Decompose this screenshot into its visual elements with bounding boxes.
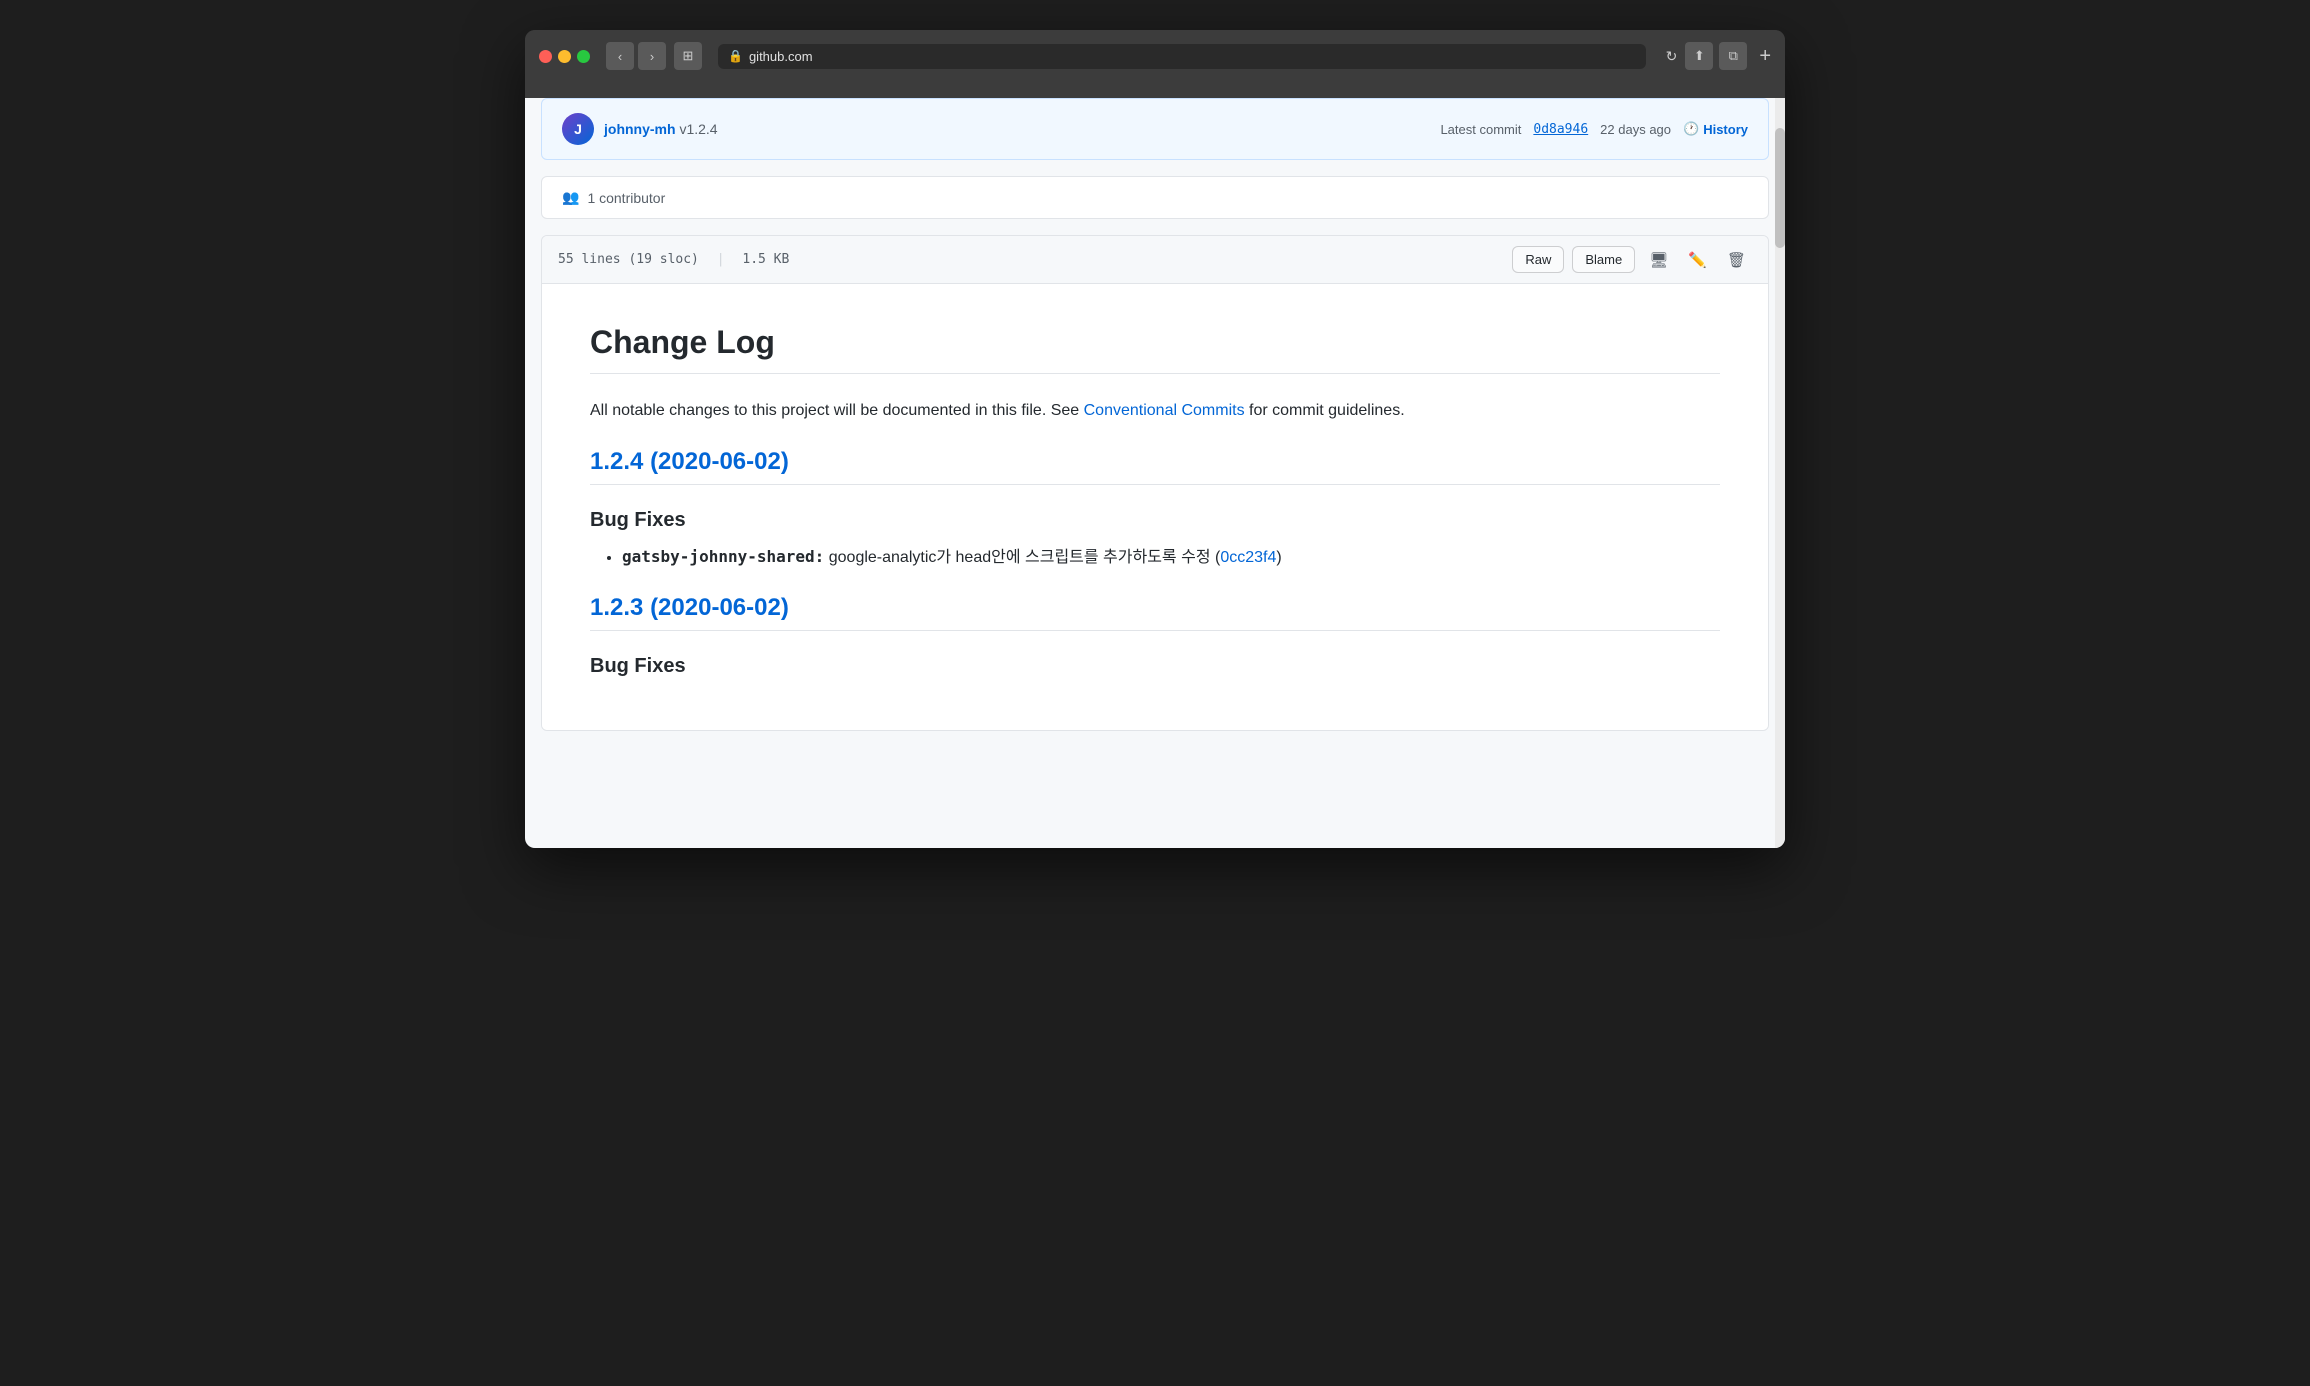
avatar: J — [562, 113, 594, 145]
history-link[interactable]: 🕐 History — [1683, 121, 1748, 137]
version-date-text-2: (2020-06-02) — [650, 594, 789, 621]
close-button[interactable] — [539, 50, 552, 63]
file-viewer: 55 lines (19 sloc) | 1.5 KB Raw Blame 🖥 … — [541, 235, 1769, 731]
new-tab-button[interactable]: + — [1759, 45, 1771, 68]
close-paren-1: ) — [1276, 549, 1281, 566]
tab-view-button[interactable]: ⊞ — [674, 42, 702, 70]
version-heading-2: 1.2.3 (2020-06-02) — [590, 594, 1720, 631]
commit-prefix: Latest commit — [1440, 122, 1521, 137]
version-date-text-1: (2020-06-02) — [650, 448, 789, 475]
contributor-icon: 👥 — [562, 189, 579, 206]
version-tag: v1.2.4 — [679, 121, 717, 137]
window-button[interactable]: ⧉ — [1719, 42, 1747, 70]
address-bar[interactable]: 🔒 github.com — [718, 44, 1646, 69]
separator: | — [717, 252, 725, 267]
reload-button[interactable]: ↻ — [1666, 48, 1678, 65]
file-meta: 55 lines (19 sloc) | 1.5 KB — [558, 252, 789, 267]
version-link-1[interactable]: 1.2.4 — [590, 448, 643, 475]
edit-icon[interactable]: ✏️ — [1682, 247, 1713, 273]
package-name-1: gatsby-johnny-shared: — [622, 547, 824, 566]
commit-hash-link[interactable]: 0d8a946 — [1533, 122, 1588, 137]
traffic-lights — [539, 50, 590, 63]
commit-link-1[interactable]: 0cc23f4 — [1220, 549, 1276, 566]
contributor-bar: 👥 1 contributor — [541, 176, 1769, 219]
raw-button[interactable]: Raw — [1512, 246, 1564, 273]
file-content: Change Log All notable changes to this p… — [542, 284, 1768, 730]
intro-text: All notable changes to this project will… — [590, 402, 1084, 419]
version-heading-1: 1.2.4 (2020-06-02) — [590, 448, 1720, 485]
back-button[interactable]: ‹ — [606, 42, 634, 70]
intro-suffix: for commit guidelines. — [1245, 402, 1405, 419]
item-description-1: google-analytic가 head안에 스크립트를 추가하도록 수정 ( — [824, 549, 1220, 566]
commit-age: 22 days ago — [1600, 122, 1671, 137]
share-button[interactable]: ⬆ — [1685, 42, 1713, 70]
contributor-count: 1 contributor — [587, 190, 665, 206]
lock-icon: 🔒 — [728, 49, 743, 63]
maximize-button[interactable] — [577, 50, 590, 63]
bugfixes-heading-1: Bug Fixes — [590, 509, 1720, 532]
file-header: 55 lines (19 sloc) | 1.5 KB Raw Blame 🖥 … — [542, 236, 1768, 284]
version-link-2[interactable]: 1.2.3 — [590, 594, 643, 621]
clock-icon: 🕐 — [1683, 121, 1699, 137]
delete-icon[interactable]: 🗑 — [1721, 247, 1752, 273]
author-name[interactable]: johnny-mh — [604, 121, 676, 137]
minimize-button[interactable] — [558, 50, 571, 63]
changelog-intro: All notable changes to this project will… — [590, 398, 1720, 424]
file-size: 1.5 KB — [742, 252, 789, 267]
scrollbar-track[interactable] — [1775, 98, 1785, 848]
bugfixes-list-1: gatsby-johnny-shared: google-analytic가 h… — [590, 544, 1720, 571]
changelog-title: Change Log — [590, 324, 1720, 374]
commit-header: J johnny-mh v1.2.4 Latest commit 0d8a946… — [541, 98, 1769, 160]
list-item: gatsby-johnny-shared: google-analytic가 h… — [622, 544, 1720, 571]
history-label: History — [1703, 122, 1748, 137]
blame-button[interactable]: Blame — [1572, 246, 1635, 273]
conventional-commits-link[interactable]: Conventional Commits — [1084, 402, 1245, 419]
forward-button[interactable]: › — [638, 42, 666, 70]
commit-author: J johnny-mh v1.2.4 — [562, 113, 718, 145]
commit-meta: Latest commit 0d8a946 22 days ago 🕐 Hist… — [1440, 121, 1748, 137]
file-actions: Raw Blame 🖥 ✏️ 🗑 — [1512, 246, 1752, 273]
scrollbar-thumb[interactable] — [1775, 128, 1785, 248]
lines-info: 55 lines (19 sloc) — [558, 252, 699, 267]
desktop-icon[interactable]: 🖥 — [1643, 247, 1674, 273]
url-display: github.com — [749, 49, 813, 64]
bugfixes-heading-2: Bug Fixes — [590, 655, 1720, 678]
